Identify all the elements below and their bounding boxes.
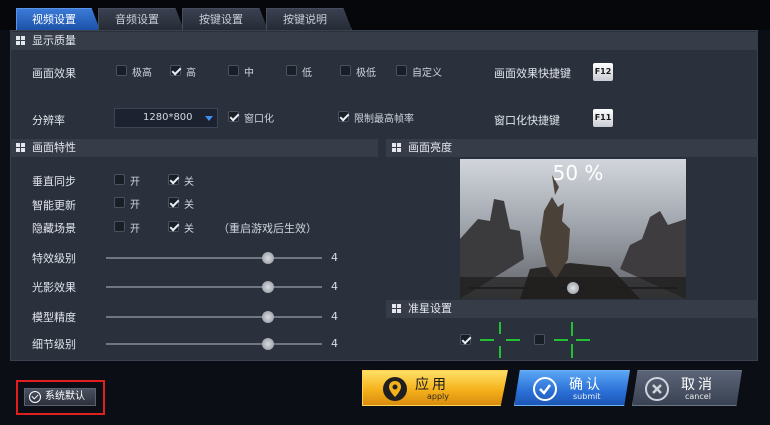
apply-label: 应用 [415,377,449,393]
display-quality-header: 显示质量 [10,32,758,50]
effect-medium-checkbox[interactable] [228,65,239,76]
lighting-value: 4 [331,280,338,293]
effects-level-slider[interactable] [106,252,322,264]
effect-low-checkbox[interactable] [286,65,297,76]
confirm-sub-label: submit [573,392,601,401]
slider-knob[interactable] [262,338,274,350]
apply-sub-label: apply [427,392,450,401]
chevron-down-icon [205,116,213,121]
vsync-off-checkbox[interactable] [168,174,179,185]
vsync-on-label: 开 [130,177,140,188]
vsync-off-label: 关 [184,177,194,188]
tab-video-settings[interactable]: 视频设置 [16,8,100,30]
slider-knob[interactable] [567,282,579,294]
tab-key-settings[interactable]: 按键设置 [182,8,268,30]
location-pin-icon [383,377,407,401]
features-title: 画面特性 [32,141,76,154]
hide-scene-on-label: 开 [130,224,140,235]
slider-knob[interactable] [262,281,274,293]
crosshair-2-icon [554,322,590,358]
effect-ultra-checkbox[interactable] [116,65,127,76]
detail-level-slider[interactable] [106,338,322,350]
crosshair-title: 准星设置 [408,302,452,315]
cancel-button[interactable]: 取消 cancel [632,370,742,406]
effect-very-low-label: 极低 [356,68,376,79]
lighting-label: 光影效果 [32,281,76,294]
tab-audio-settings[interactable]: 音频设置 [98,8,184,30]
crosshair-1-icon [480,322,520,358]
confirm-label: 确认 [569,377,603,393]
effects-level-value: 4 [331,251,338,264]
brightness-title: 画面亮度 [408,141,452,154]
model-precision-slider[interactable] [106,311,322,323]
hide-scene-label: 隐藏场景 [32,222,76,235]
windowed-shortcut-label: 窗口化快捷键 [494,114,560,127]
apply-button[interactable]: 应用 apply [362,370,508,406]
brightness-header: 画面亮度 [386,139,758,157]
hide-scene-on-checkbox[interactable] [114,221,125,232]
default-highlight: 系统默认 [16,380,105,415]
features-header: 画面特性 [10,139,378,157]
resolution-value: 1280*800 [143,112,193,123]
vsync-label: 垂直同步 [32,175,76,188]
detail-level-value: 4 [331,337,338,350]
smart-update-off-checkbox[interactable] [168,197,179,208]
detail-level-label: 细节级别 [32,338,76,351]
restart-note: （重启游戏后生效） [218,222,317,235]
effect-custom-label: 自定义 [412,68,442,79]
effect-low-label: 低 [302,68,312,79]
effects-level-label: 特效级别 [32,252,76,265]
effect-shortcut-key[interactable]: F12 [593,63,613,81]
brightness-slider[interactable] [468,282,678,294]
video-settings-dialog: 视频设置 音频设置 按键设置 按键说明 显示质量 画面效果 极高 高 中 低 极… [0,0,770,425]
smart-update-off-label: 关 [184,200,194,211]
check-circle-icon [29,391,41,403]
limit-fps-label: 限制最高帧率 [354,114,414,125]
system-default-button[interactable]: 系统默认 [24,388,96,406]
display-quality-title: 显示质量 [32,34,76,47]
tab-key-help[interactable]: 按键说明 [266,8,352,30]
grid-icon [16,143,26,153]
vsync-on-checkbox[interactable] [114,174,125,185]
crosshair-1-checkbox[interactable] [460,334,471,345]
windowed-label: 窗口化 [244,114,274,125]
check-icon [533,377,557,401]
effect-medium-label: 中 [244,68,254,79]
effect-ultra-label: 极高 [132,68,152,79]
resolution-select[interactable]: 1280*800 [114,108,218,128]
system-default-label: 系统默认 [45,391,85,402]
smart-update-on-checkbox[interactable] [114,197,125,208]
model-precision-value: 4 [331,310,338,323]
grid-icon [16,36,26,46]
tab-bar: 视频设置 音频设置 按键设置 按键说明 [0,0,770,30]
cancel-sub-label: cancel [685,392,711,401]
grid-icon [392,304,402,314]
cancel-label: 取消 [681,377,715,393]
brightness-preview: 50 % [460,159,686,299]
windowed-shortcut-key[interactable]: F11 [593,109,613,127]
smart-update-label: 智能更新 [32,199,76,212]
effect-label: 画面效果 [32,67,76,80]
smart-update-on-label: 开 [130,200,140,211]
grid-icon [392,143,402,153]
slider-knob[interactable] [262,252,274,264]
limit-fps-checkbox[interactable] [338,111,349,122]
effect-custom-checkbox[interactable] [396,65,407,76]
hide-scene-off-label: 关 [184,224,194,235]
effect-very-low-checkbox[interactable] [340,65,351,76]
effect-high-label: 高 [186,68,196,79]
slider-knob[interactable] [262,311,274,323]
crosshair-header: 准星设置 [386,300,758,318]
close-icon [645,377,669,401]
windowed-checkbox[interactable] [228,111,239,122]
resolution-label: 分辨率 [32,114,65,127]
hide-scene-off-checkbox[interactable] [168,221,179,232]
effect-high-checkbox[interactable] [170,65,181,76]
confirm-button[interactable]: 确认 submit [514,370,630,406]
effect-shortcut-label: 画面效果快捷键 [494,67,571,80]
model-precision-label: 模型精度 [32,311,76,324]
crosshair-2-checkbox[interactable] [534,334,545,345]
lighting-slider[interactable] [106,281,322,293]
brightness-value: 50 % [552,161,604,185]
